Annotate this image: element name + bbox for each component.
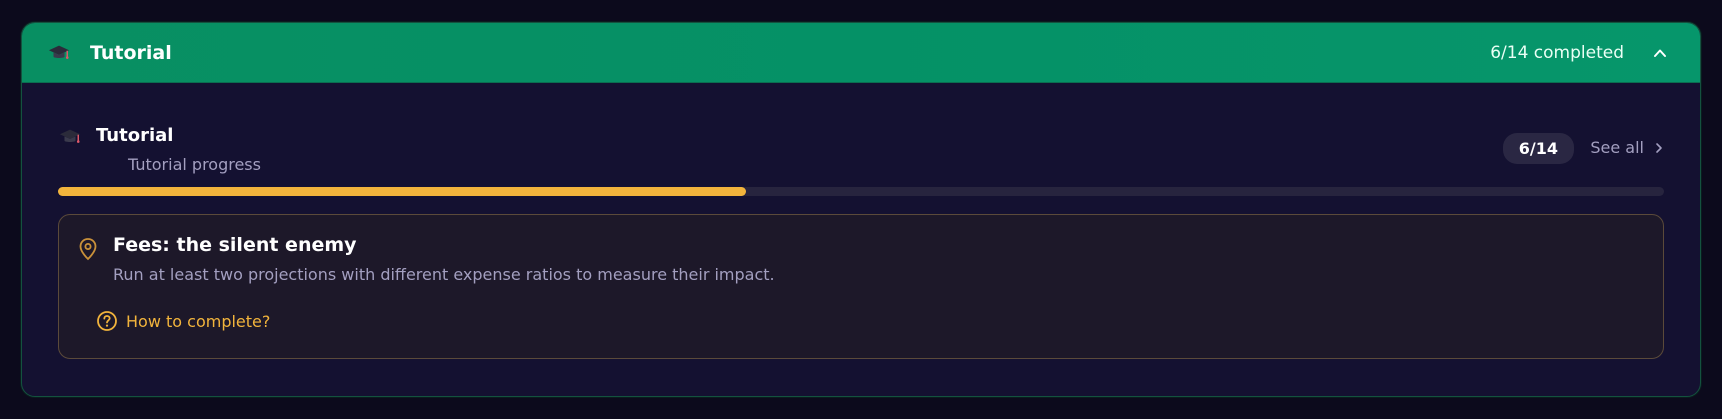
section-header: Tutorial Tutorial progress 6/14 See all — [58, 83, 1664, 193]
chevron-up-icon — [1654, 49, 1666, 57]
progress-count-badge: 6/14 — [1502, 133, 1574, 164]
graduation-cap-icon — [59, 126, 81, 148]
collapse-button[interactable] — [1646, 39, 1674, 67]
task-description: Run at least two projections with differ… — [113, 265, 775, 284]
panel-header[interactable]: Tutorial 6/14 completed — [22, 23, 1700, 83]
panel-title: Tutorial — [90, 41, 172, 64]
panel-body: Tutorial Tutorial progress 6/14 See all — [22, 83, 1700, 193]
completed-count: 6/14 completed — [1490, 42, 1624, 63]
see-all-label: See all — [1590, 138, 1644, 157]
task-title: Fees: the silent enemy — [113, 234, 357, 256]
section-caption: Tutorial progress — [128, 155, 261, 174]
section-title: Tutorial — [96, 125, 174, 146]
progress-bar — [58, 187, 1664, 196]
see-all-link[interactable]: See all — [1590, 138, 1664, 157]
current-task-card: Fees: the silent enemy Run at least two … — [58, 214, 1664, 359]
chevron-right-icon — [1654, 142, 1664, 154]
progress-bar-fill — [58, 187, 747, 196]
graduation-cap-icon — [48, 42, 70, 64]
map-pin-icon — [78, 237, 98, 265]
question-circle-icon — [96, 310, 118, 332]
how-to-complete-link[interactable]: How to complete? — [96, 310, 270, 332]
tutorial-panel: Tutorial 6/14 completed Tutorial Tutoria… — [21, 22, 1701, 397]
how-to-complete-label: How to complete? — [126, 311, 271, 331]
